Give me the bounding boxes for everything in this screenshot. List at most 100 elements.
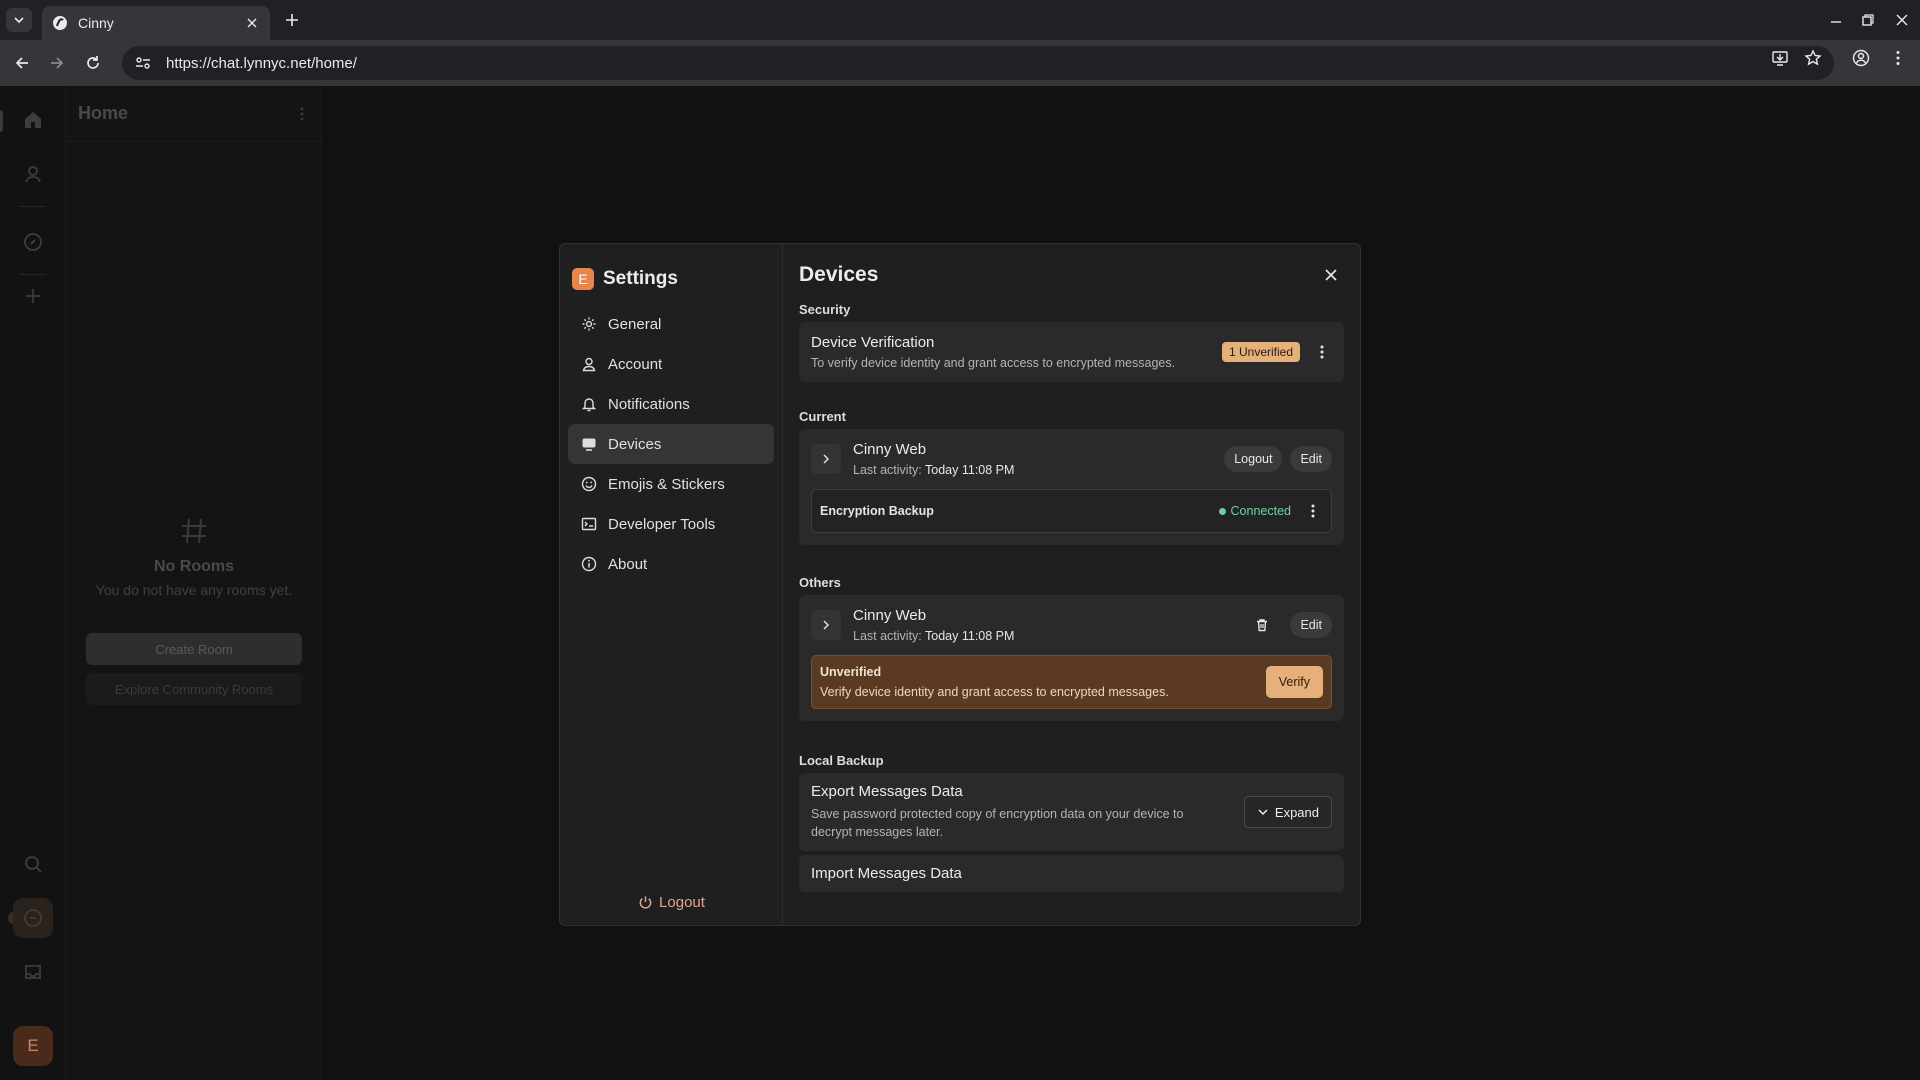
nav-item-label: Account: [608, 355, 663, 373]
minimize-icon: [1831, 21, 1841, 23]
chevron-down-icon: [14, 17, 24, 24]
back-button[interactable]: [10, 51, 34, 75]
home-icon: [25, 112, 41, 128]
bookmark-button[interactable]: [1803, 48, 1823, 68]
devices-panel: Devices Security Device Verification To …: [783, 244, 1360, 925]
minimize-button[interactable]: [1826, 10, 1846, 30]
new-tab-button[interactable]: [282, 10, 302, 30]
verification-options-button[interactable]: [1312, 342, 1332, 362]
section-label-current: Current: [799, 409, 846, 424]
expand-button[interactable]: Expand: [1243, 796, 1332, 828]
bell-icon: [581, 398, 597, 412]
nav-item-label: Developer Tools: [608, 515, 716, 533]
reload-icon: [87, 56, 99, 69]
create-room-button[interactable]: Create Room: [86, 633, 302, 665]
browser-tabbar: Cinny: [0, 0, 1920, 40]
address-bar[interactable]: https://chat.lynnyc.net/home/: [122, 46, 1834, 80]
plus-icon: [286, 14, 298, 26]
nav-item-about[interactable]: About: [568, 544, 774, 584]
rail-verification-button[interactable]: [13, 898, 53, 938]
profile-button[interactable]: [1851, 48, 1871, 68]
nav-item-account[interactable]: Account: [568, 344, 774, 384]
export-title: Export Messages Data: [811, 783, 963, 800]
browser-tab[interactable]: Cinny: [42, 6, 270, 40]
tab-search-button[interactable]: [6, 8, 32, 32]
settings-nav-list: General Account Notifications Devices Em…: [568, 304, 774, 584]
expand-device-button[interactable]: [811, 444, 841, 474]
kebab-icon: [1311, 504, 1315, 518]
status-dot: [1218, 507, 1226, 515]
info-icon: [581, 556, 597, 572]
last-activity-value: Today 11:08 PM: [925, 463, 1015, 477]
verify-button[interactable]: Verify: [1265, 666, 1323, 698]
user-avatar[interactable]: E: [13, 1026, 53, 1066]
page-title: Devices: [799, 263, 879, 286]
restore-button[interactable]: [1858, 10, 1878, 30]
chevron-right-icon: [823, 620, 830, 630]
expand-device-button[interactable]: [811, 610, 841, 640]
rail-direct-button[interactable]: [13, 154, 53, 194]
browser-menu-button[interactable]: [1888, 48, 1908, 68]
unverified-badge: 1 Unverified: [1221, 342, 1300, 362]
forward-button[interactable]: [45, 51, 69, 75]
room-sidebar: Home No Rooms You do not have any rooms …: [66, 86, 322, 1080]
profile-icon: [1852, 49, 1870, 67]
import-messages-card: Import Messages Data: [799, 855, 1344, 892]
close-icon: [1896, 14, 1908, 26]
settings-title: Settings: [603, 268, 678, 289]
device-verification-card: Device Verification To verify device ide…: [799, 322, 1344, 382]
site-info-icon[interactable]: [134, 54, 152, 72]
trash-icon: [1257, 619, 1268, 632]
nav-item-general[interactable]: General: [568, 304, 774, 344]
section-label-local-backup: Local Backup: [799, 753, 884, 768]
rail-explore-button[interactable]: [13, 222, 53, 262]
close-settings-button[interactable]: [1318, 262, 1344, 288]
explore-community-button[interactable]: Explore Community Rooms: [86, 673, 302, 705]
kebab-icon[interactable]: [294, 106, 310, 122]
device-edit-button[interactable]: Edit: [1290, 446, 1332, 472]
nav-item-notifications[interactable]: Notifications: [568, 384, 774, 424]
hash-icon: [182, 518, 206, 544]
section-label-security: Security: [799, 302, 851, 317]
nav-item-devices[interactable]: Devices: [568, 424, 774, 464]
nav-item-label: Emojis & Stickers: [608, 475, 725, 493]
settings-header: E Settings: [560, 244, 782, 298]
device-edit-button[interactable]: Edit: [1290, 612, 1332, 638]
device-name: Cinny Web: [853, 607, 927, 624]
other-device-card: Cinny Web Last activity: Today 11:08 PM …: [799, 595, 1344, 721]
tab-close-icon[interactable]: [244, 15, 260, 31]
kebab-icon: [1896, 51, 1900, 65]
section-label-others: Others: [799, 575, 841, 590]
last-activity-value: Today 11:08 PM: [925, 629, 1015, 643]
plus-icon: [26, 289, 40, 303]
device-verification-title: Device Verification: [811, 334, 935, 351]
rail-create-space-button[interactable]: [13, 276, 53, 316]
close-window-button[interactable]: [1892, 10, 1912, 30]
devices-icon: [582, 438, 596, 451]
device-logout-button[interactable]: Logout: [1224, 446, 1283, 472]
import-title: Import Messages Data: [811, 865, 962, 882]
backup-options-button[interactable]: [1303, 501, 1323, 521]
smiley-icon: [581, 476, 597, 492]
gear-icon: [582, 317, 596, 331]
devices-header: Devices: [799, 244, 1344, 298]
rail-home-button[interactable]: [13, 100, 53, 140]
empty-rooms-subtitle: You do not have any rooms yet.: [95, 582, 293, 598]
user-icon: [25, 166, 41, 183]
nav-item-developer-tools[interactable]: Developer Tools: [568, 504, 774, 544]
nav-item-emojis[interactable]: Emojis & Stickers: [568, 464, 774, 504]
settings-nav: E Settings General Account Notifications…: [560, 244, 783, 925]
export-subtitle: Save password protected copy of encrypti…: [811, 807, 1184, 839]
last-activity-label: Last activity:: [853, 463, 922, 477]
shield-icon: [24, 909, 42, 927]
chevron-down-icon: [1258, 809, 1268, 816]
logout-button[interactable]: Logout: [560, 894, 783, 911]
backup-status: Connected: [1230, 504, 1291, 518]
reload-button[interactable]: [81, 51, 105, 75]
rail-search-button[interactable]: [13, 844, 53, 884]
delete-device-button[interactable]: [1250, 613, 1274, 637]
rail-inbox-button[interactable]: [13, 952, 53, 992]
url-text: https://chat.lynnyc.net/home/: [166, 54, 357, 72]
install-app-button[interactable]: [1770, 48, 1790, 68]
encryption-backup-title: Encryption Backup: [820, 504, 934, 518]
